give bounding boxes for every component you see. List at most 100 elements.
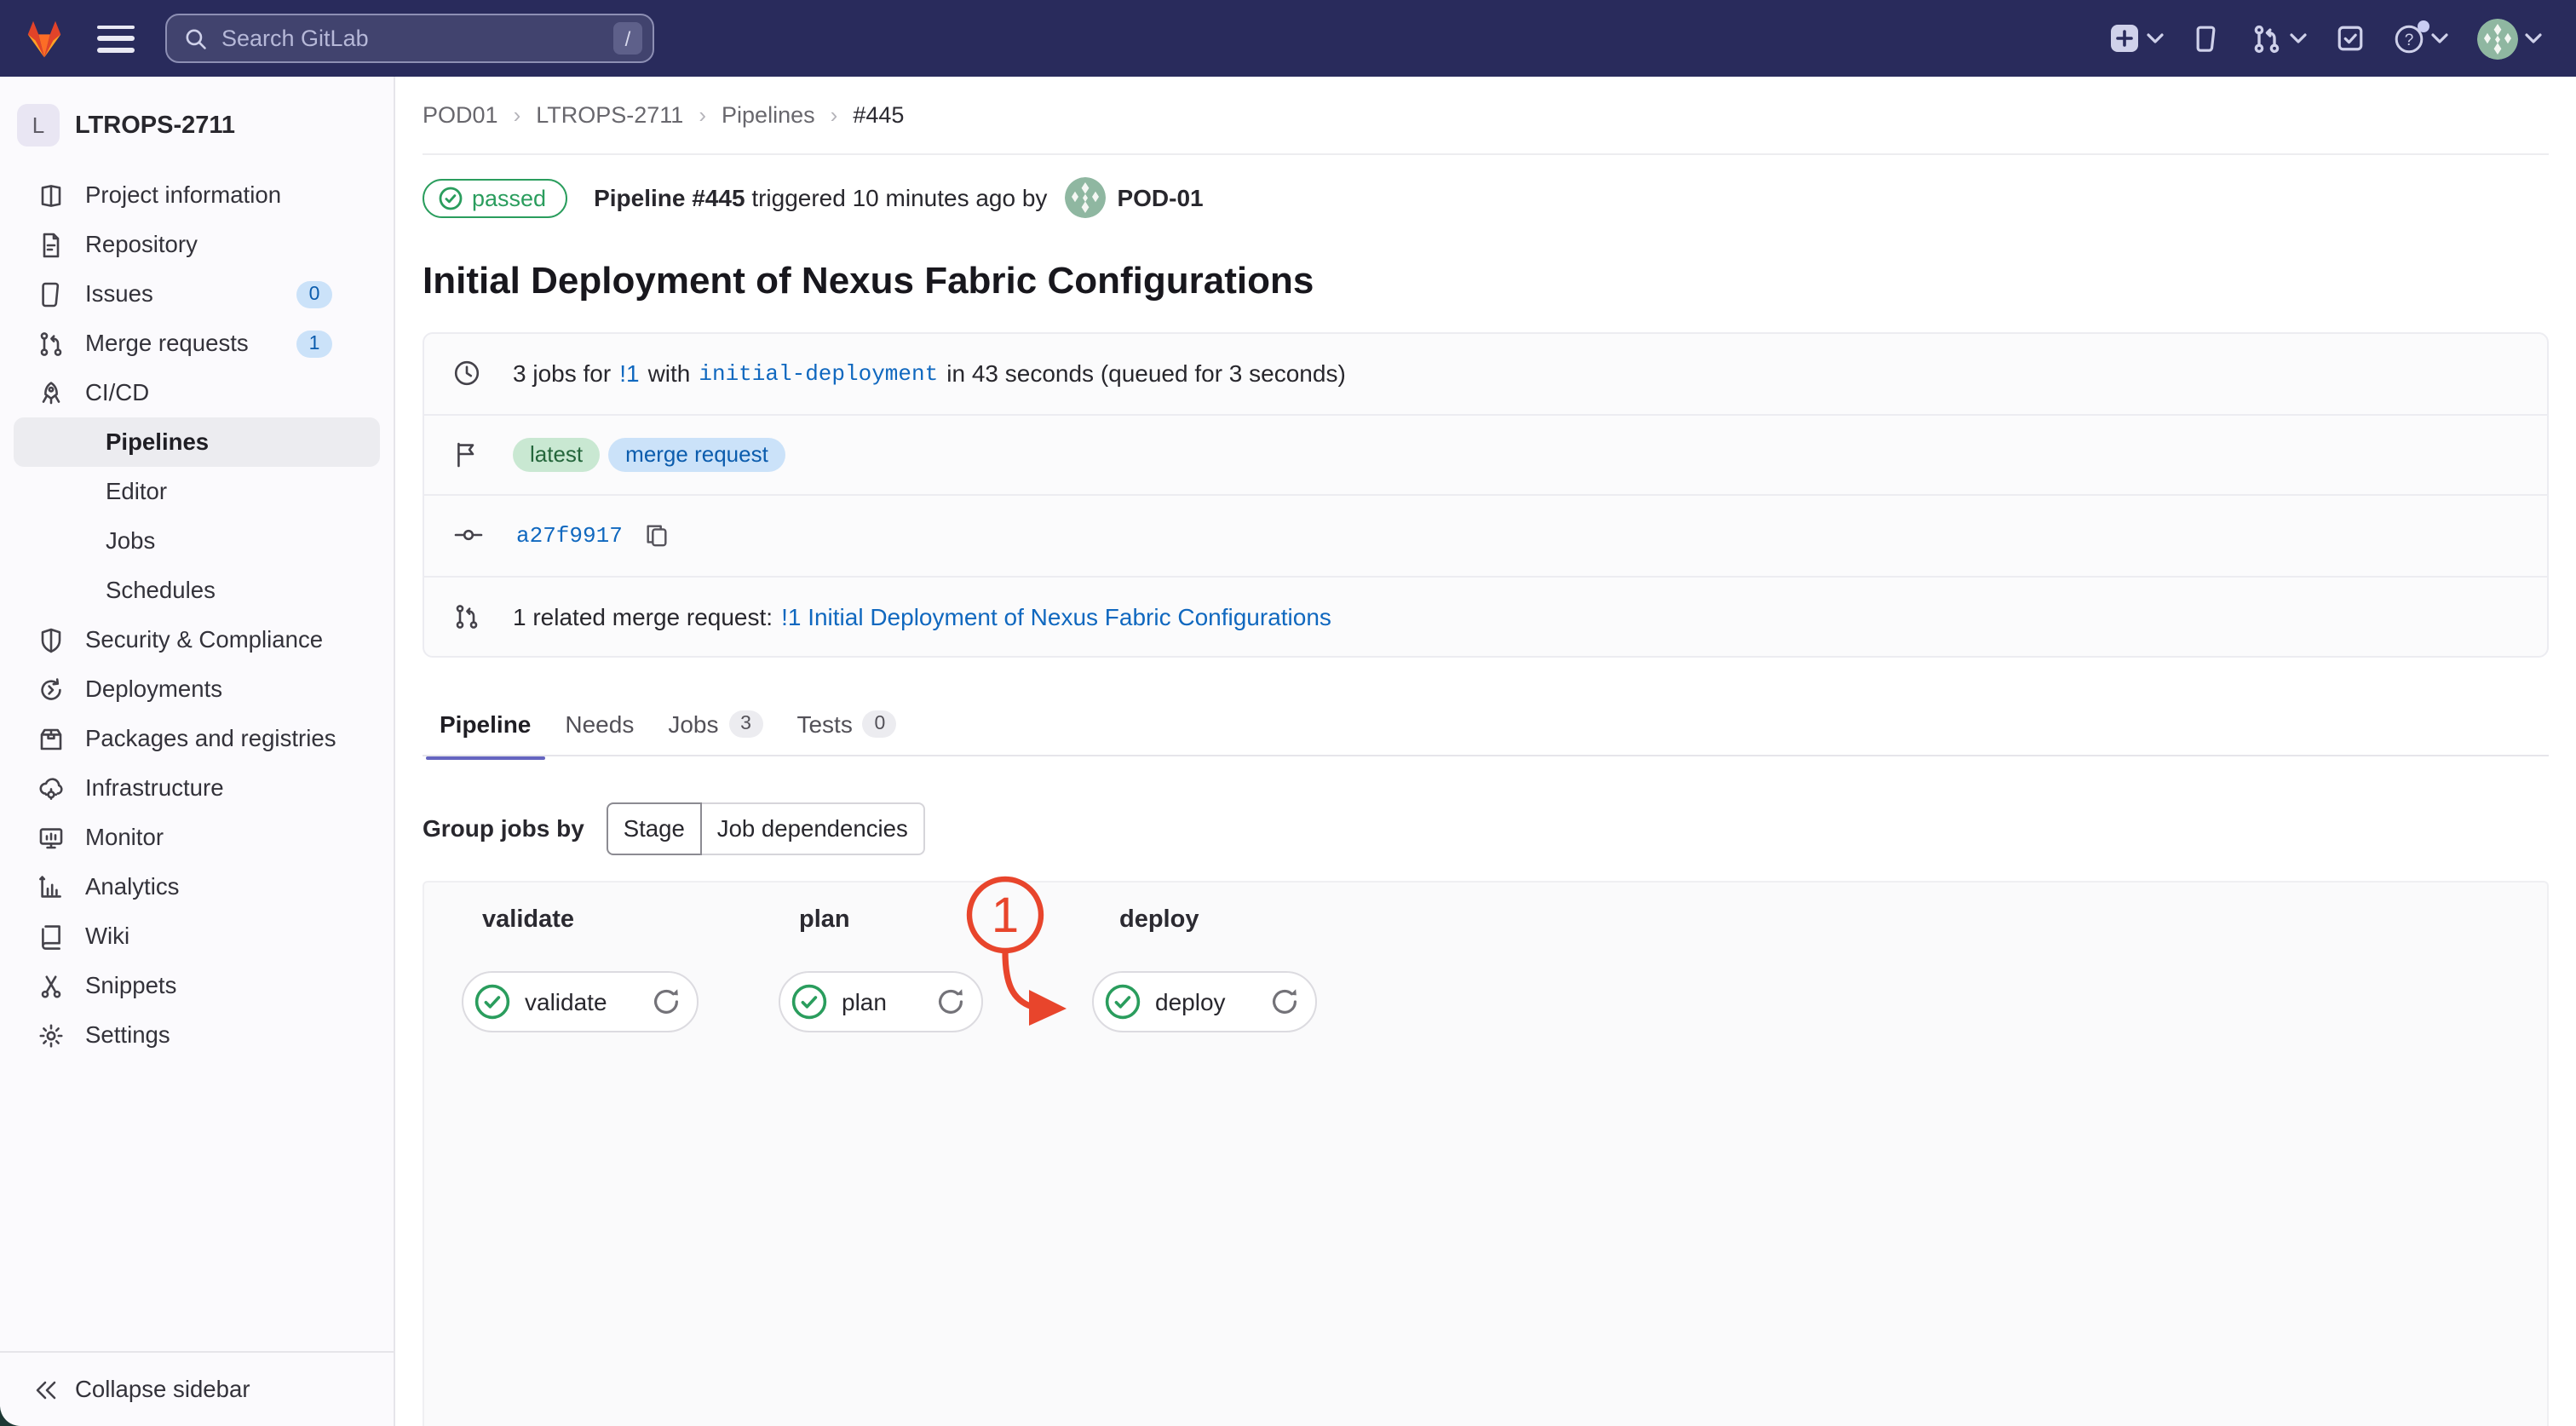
search-input[interactable]: Search GitLab / (165, 14, 654, 63)
issues-count-badge: 0 (296, 280, 332, 308)
sidebar-item-schedules[interactable]: Schedules (0, 566, 394, 615)
tabs-divider (423, 755, 2549, 756)
user-avatar (2477, 18, 2518, 59)
breadcrumb-group[interactable]: POD01 (423, 102, 498, 128)
sidebar-item-jobs[interactable]: Jobs (0, 516, 394, 566)
summary-tags-row: latest merge request (424, 415, 2547, 496)
search-shortcut-key: / (613, 22, 642, 55)
tag-latest[interactable]: latest (513, 438, 600, 472)
sidebar-item-cicd[interactable]: CI/CD (0, 368, 394, 417)
monitor-icon (37, 824, 65, 851)
sidebar-item-deployments[interactable]: Deployments (0, 664, 394, 714)
triggerer-avatar[interactable] (1064, 177, 1105, 218)
project-name: LTROPS-2711 (75, 112, 235, 139)
triggerer-name[interactable]: POD-01 (1117, 184, 1203, 211)
retry-job-icon[interactable] (649, 985, 683, 1019)
merge-request-icon (453, 603, 480, 630)
group-by-stage-button[interactable]: Stage (607, 802, 702, 854)
file-icon (37, 231, 65, 258)
job-success-icon (474, 983, 511, 1021)
sidebar-item-settings[interactable]: Settings (0, 1010, 394, 1060)
tab-tests[interactable]: Tests0 (779, 704, 913, 758)
window-corner-artifact (0, 1402, 24, 1426)
group-by-dependencies-button[interactable]: Job dependencies (700, 802, 925, 854)
tab-needs[interactable]: Needs (548, 704, 651, 758)
sidebar-item-packages-registries[interactable]: Packages and registries (0, 714, 394, 763)
job-plan[interactable]: plan (779, 971, 983, 1032)
todo-check-icon (2336, 24, 2365, 53)
job-deploy[interactable]: deploy (1092, 971, 1317, 1032)
pipeline-summary-box: 3 jobs for !1 with initial-deployment in… (423, 332, 2549, 658)
chevron-down-icon (2290, 32, 2307, 44)
new-menu-button[interactable] (2102, 24, 2171, 53)
retry-job-icon[interactable] (1268, 985, 1302, 1019)
svg-text:?: ? (2405, 31, 2414, 49)
rocket-icon (37, 379, 65, 406)
hamburger-menu-icon[interactable] (97, 25, 135, 52)
deploy-cycle-icon (37, 676, 65, 703)
clock-icon (453, 360, 480, 388)
copy-commit-icon[interactable] (645, 522, 670, 549)
commit-sha-link[interactable]: a27f9917 (516, 523, 623, 549)
package-icon (37, 725, 65, 752)
project-avatar: L (17, 104, 60, 147)
gitlab-logo-icon[interactable] (22, 17, 66, 60)
tests-count-badge: 0 (863, 710, 897, 738)
sidebar-item-monitor[interactable]: Monitor (0, 813, 394, 862)
sidebar-item-editor[interactable]: Editor (0, 467, 394, 516)
collapse-sidebar-button[interactable]: Collapse sidebar (0, 1351, 394, 1426)
breadcrumb-current: #445 (853, 102, 904, 128)
related-mr-link[interactable]: !1 Initial Deployment of Nexus Fabric Co… (781, 603, 1331, 630)
retry-job-icon[interactable] (934, 985, 968, 1019)
project-sidebar: L LTROPS-2711 Project information Reposi… (0, 77, 395, 1426)
mr-ref-link[interactable]: !1 (619, 360, 639, 388)
job-validate[interactable]: validate (462, 971, 699, 1032)
sidebar-item-snippets[interactable]: Snippets (0, 961, 394, 1010)
project-header[interactable]: L LTROPS-2711 (0, 77, 394, 170)
sidebar-item-infrastructure[interactable]: Infrastructure (0, 763, 394, 813)
notification-dot (2418, 20, 2429, 32)
group-jobs-label: Group jobs by (423, 814, 584, 842)
tag-merge-request[interactable]: merge request (608, 438, 785, 472)
sidebar-item-project-information[interactable]: Project information (0, 170, 394, 220)
pipeline-graph-panel: validate validate plan (423, 881, 2549, 1426)
job-success-icon (791, 983, 828, 1021)
tab-pipeline[interactable]: Pipeline (423, 704, 548, 758)
issues-button[interactable] (2186, 23, 2228, 54)
branch-link[interactable]: initial-deployment (699, 361, 938, 387)
scissors-icon (37, 972, 65, 999)
sidebar-item-pipelines[interactable]: Pipelines (14, 417, 380, 467)
merge-requests-button[interactable] (2244, 23, 2314, 54)
breadcrumb-project[interactable]: LTROPS-2711 (536, 102, 683, 128)
wiki-book-icon (37, 923, 65, 950)
sidebar-item-issues[interactable]: Issues 0 (0, 269, 394, 319)
status-badge[interactable]: passed (423, 178, 566, 217)
breadcrumb-pipelines[interactable]: Pipelines (722, 102, 815, 128)
chevron-down-icon (2525, 32, 2542, 44)
pipeline-trigger-text: Pipeline #445 triggered 10 minutes ago b… (594, 184, 1047, 211)
cloud-gear-icon (37, 774, 65, 802)
chevron-down-icon (2431, 32, 2448, 44)
todo-list-button[interactable] (2329, 24, 2372, 53)
pipeline-tabs: Pipeline Needs Jobs3 Tests0 (423, 704, 914, 756)
summary-duration-row: 3 jobs for !1 with initial-deployment in… (424, 334, 2547, 415)
job-success-icon (1104, 983, 1141, 1021)
user-menu-button[interactable] (2470, 18, 2549, 59)
double-chevron-left-icon (34, 1379, 58, 1400)
summary-related-mr-row: 1 related merge request: !1 Initial Depl… (424, 577, 2547, 656)
sidebar-item-merge-requests[interactable]: Merge requests 1 (0, 319, 394, 368)
sidebar-item-security-compliance[interactable]: Security & Compliance (0, 615, 394, 664)
sidebar-item-repository[interactable]: Repository (0, 220, 394, 269)
help-button[interactable]: ? (2387, 23, 2455, 54)
sidebar-item-analytics[interactable]: Analytics (0, 862, 394, 911)
stage-name: deploy (1119, 906, 1199, 934)
check-circle-icon (438, 185, 463, 210)
plus-square-icon (2109, 24, 2140, 53)
tab-jobs[interactable]: Jobs3 (651, 704, 779, 758)
sidebar-item-wiki[interactable]: Wiki (0, 911, 394, 961)
jobs-count-badge: 3 (728, 710, 762, 738)
page-title: Initial Deployment of Nexus Fabric Confi… (423, 258, 1314, 302)
navbar-actions: ? (2102, 18, 2576, 59)
search-icon (184, 26, 208, 50)
breadcrumb: POD01 › LTROPS-2711 › Pipelines › #445 (423, 77, 2549, 155)
